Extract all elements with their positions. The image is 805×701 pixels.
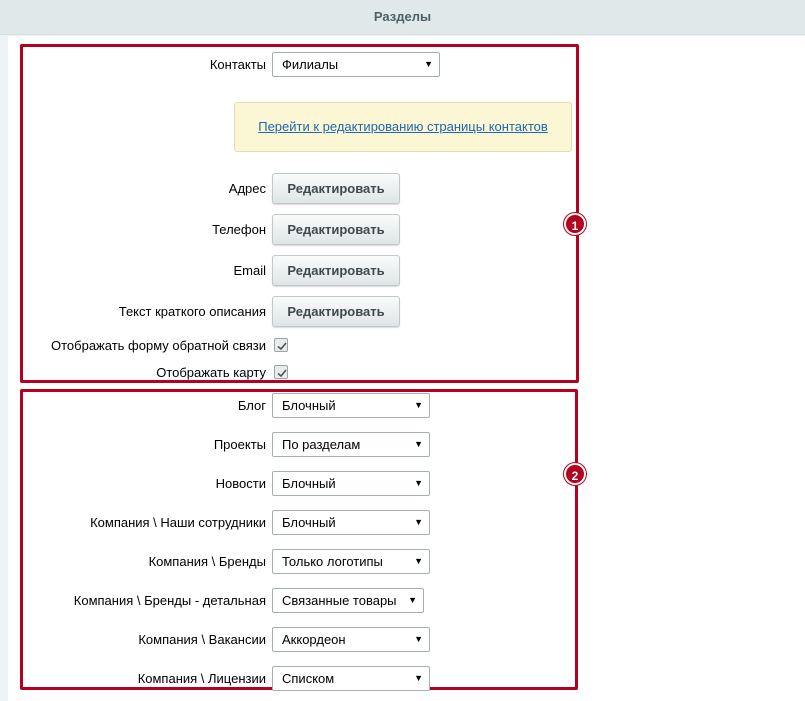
section-select[interactable]: Связанные товары ▼ (272, 588, 424, 613)
map-label: Отображать карту (156, 365, 266, 380)
triangle-down-icon: ▼ (408, 595, 417, 605)
description-label: Текст краткого описания (118, 304, 266, 319)
feedback-form-label: Отображать форму обратной связи (51, 338, 266, 353)
email-label: Email (233, 263, 266, 278)
map-checkbox[interactable] (274, 365, 288, 379)
section-label: Компания \ Бренды (148, 554, 266, 569)
section-select-value: Блочный (282, 476, 336, 491)
section-label: Компания \ Наши сотрудники (90, 515, 266, 530)
section-label: Блог (237, 398, 266, 413)
triangle-down-icon: ▼ (424, 59, 433, 69)
edit-contacts-page-link[interactable]: Перейти к редактированию страницы контак… (258, 119, 548, 134)
section-label: Компания \ Вакансии (138, 632, 266, 647)
triangle-down-icon: ▼ (414, 439, 423, 449)
phone-label: Телефон (212, 222, 266, 237)
section-select[interactable]: Блочный ▼ (272, 510, 430, 535)
section-label: Компания \ Лицензии (137, 671, 266, 686)
edit-description-button[interactable]: Редактировать (272, 296, 400, 327)
section-select[interactable]: Только логотипы ▼ (272, 549, 430, 574)
triangle-down-icon: ▼ (414, 556, 423, 566)
section-select-value: Списком (282, 671, 335, 686)
section-label: Новости (215, 476, 266, 491)
triangle-down-icon: ▼ (414, 673, 423, 683)
section-select[interactable]: По разделам ▼ (272, 432, 430, 457)
section-select-value: По разделам (282, 437, 361, 452)
address-label: Адрес (228, 181, 266, 196)
checkmark-icon (277, 342, 287, 351)
edit-phone-button[interactable]: Редактировать (272, 214, 400, 245)
triangle-down-icon: ▼ (414, 634, 423, 644)
checkmark-icon (277, 369, 287, 378)
triangle-down-icon: ▼ (414, 517, 423, 527)
section-select[interactable]: Блочный ▼ (272, 471, 430, 496)
section-header: Разделы (0, 0, 805, 35)
section-select[interactable]: Списком ▼ (272, 666, 430, 691)
section-select-value: Связанные товары (282, 593, 397, 608)
settings-panel: 1 Контакты Филиалы ▼ Перейти к редактиро… (8, 36, 805, 701)
section-select[interactable]: Аккордеон ▼ (272, 627, 430, 652)
section-select-value: Блочный (282, 398, 336, 413)
contacts-select[interactable]: Филиалы ▼ (272, 52, 440, 77)
triangle-down-icon: ▼ (414, 478, 423, 488)
section-title: Разделы (373, 9, 432, 24)
section-select[interactable]: Блочный ▼ (272, 393, 430, 418)
section-label: Компания \ Бренды - детальная (73, 593, 266, 608)
marker-badge-1: 1 (564, 213, 586, 235)
contacts-notice: Перейти к редактированию страницы контак… (234, 102, 572, 152)
edit-email-button[interactable]: Редактировать (272, 255, 400, 286)
section-select-value: Аккордеон (282, 632, 346, 647)
edit-address-button[interactable]: Редактировать (272, 173, 400, 204)
contacts-select-value: Филиалы (282, 57, 339, 72)
feedback-form-checkbox[interactable] (274, 338, 288, 352)
section-label: Проекты (213, 437, 266, 452)
marker-badge-2: 2 (564, 463, 586, 485)
section-select-value: Блочный (282, 515, 336, 530)
contacts-label: Контакты (209, 57, 266, 72)
section-select-value: Только логотипы (282, 554, 383, 569)
triangle-down-icon: ▼ (414, 400, 423, 410)
